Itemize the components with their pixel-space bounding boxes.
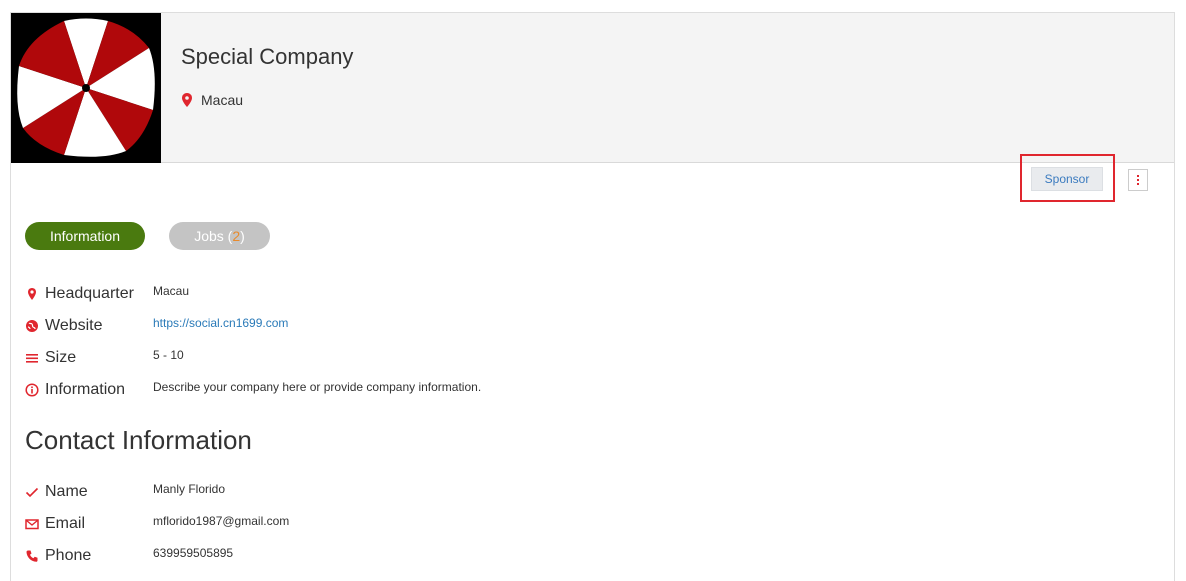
more-options-button[interactable] — [1128, 169, 1148, 191]
location-pin-icon — [25, 287, 39, 301]
contact-row-email: Email mflorido1987@gmail.com — [25, 514, 289, 534]
envelope-icon — [25, 517, 39, 531]
info-value: Macau — [153, 284, 190, 298]
contact-row-phone: Phone 639959505895 — [25, 546, 233, 566]
contact-row-name: Name Manly Florido — [25, 482, 225, 502]
website-link[interactable]: https://social.cn1699.com — [153, 316, 288, 330]
list-lines-icon — [25, 351, 39, 365]
info-value: 5 - 10 — [153, 348, 184, 362]
location-pin-icon — [181, 93, 193, 107]
info-label: Headquarter — [45, 285, 134, 302]
checkmark-icon — [25, 485, 39, 499]
contact-value: mflorido1987@gmail.com — [153, 514, 290, 528]
info-row-size: Size 5 - 10 — [25, 348, 184, 368]
company-name: Special Company — [181, 44, 354, 69]
info-value: Describe your company here or provide co… — [153, 380, 482, 394]
jobs-count-badge: 2 — [232, 228, 241, 244]
tab-jobs-label: Jobs ( — [194, 228, 233, 244]
info-label: Information — [45, 381, 126, 398]
contact-section-title: Contact Information — [25, 425, 252, 455]
info-row-information: Information Describe your company here o… — [25, 380, 481, 400]
sponsor-button[interactable]: Sponsor — [1031, 167, 1103, 191]
contact-label: Name — [45, 483, 88, 500]
info-label: Size — [45, 349, 77, 366]
contact-value: 639959505895 — [153, 546, 234, 560]
info-label: Website — [45, 317, 103, 334]
vertical-dots-icon — [1137, 175, 1139, 177]
info-row-website: Website https://social.cn1699.com — [25, 316, 288, 336]
contact-label: Phone — [45, 547, 92, 564]
info-row-headquarter: Headquarter Macau — [25, 284, 189, 304]
contact-value: Manly Florido — [153, 482, 226, 496]
phone-icon — [25, 549, 39, 563]
globe-icon — [25, 319, 39, 333]
tab-information[interactable]: Information — [25, 222, 145, 250]
tab-jobs-suffix: ) — [240, 228, 245, 244]
info-circle-icon — [25, 383, 39, 397]
company-location: Macau — [181, 92, 243, 108]
location-text: Macau — [201, 92, 244, 108]
company-logo — [11, 13, 161, 163]
contact-label: Email — [45, 515, 86, 532]
tab-jobs[interactable]: Jobs (2) — [169, 222, 270, 250]
profile-header: Special Company Macau — [11, 13, 1174, 163]
